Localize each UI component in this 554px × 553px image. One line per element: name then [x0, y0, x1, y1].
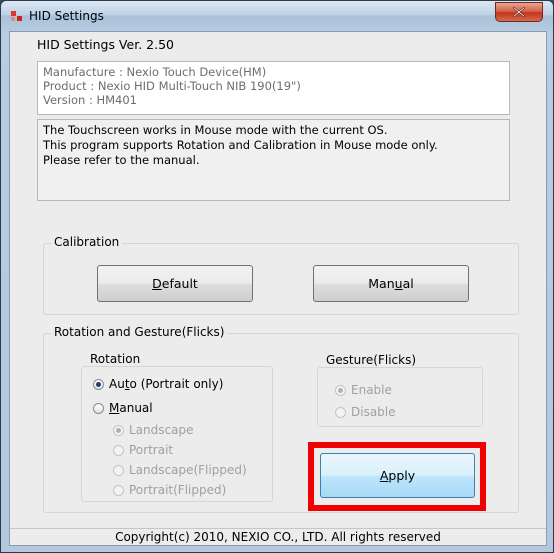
- rotation-manual-radio[interactable]: Manual: [93, 401, 153, 415]
- hid-settings-window: HID Settings HID Settings Ver. 2.50 Manu…: [0, 0, 554, 553]
- manufacture-text: Manufacture : Nexio Touch Device(HM): [43, 65, 267, 79]
- product-text: Product : Nexio HID Multi-Touch NIB 190(…: [43, 79, 301, 93]
- radio-dot: [113, 444, 124, 456]
- title-bar[interactable]: HID Settings: [1, 1, 553, 31]
- rotation-portrait-radio[interactable]: Portrait: [113, 443, 173, 457]
- footer-divider: [10, 528, 546, 529]
- device-version-text: Version : HM401: [43, 93, 137, 107]
- default-button[interactable]: Default: [97, 265, 253, 302]
- radio-dot: [113, 464, 124, 476]
- radio-dot: [335, 384, 346, 396]
- gesture-disable-radio[interactable]: Disable: [335, 405, 396, 419]
- rotation-gesture-group-label: Rotation and Gesture(Flicks): [51, 325, 228, 339]
- rotation-landscape-radio[interactable]: Landscape: [113, 423, 193, 437]
- app-icon: [11, 11, 22, 21]
- apply-highlight-box: [308, 442, 486, 511]
- copyright-footer: Copyright(c) 2010, NEXIO CO., LTD. All r…: [115, 530, 441, 544]
- close-icon: [513, 7, 525, 17]
- radio-dot: [335, 406, 346, 418]
- close-button[interactable]: [495, 2, 543, 22]
- rotation-landscape-flipped-radio[interactable]: Landscape(Flipped): [113, 463, 247, 477]
- radio-dot: [113, 424, 124, 436]
- radio-dot: [93, 402, 104, 414]
- window-title: HID Settings: [29, 9, 104, 23]
- radio-dot: [93, 378, 104, 390]
- version-label: HID Settings Ver. 2.50: [37, 37, 174, 52]
- rotation-group-label: Rotation: [87, 352, 144, 366]
- radio-dot: [113, 484, 124, 496]
- notice-line-3: Please refer to the manual.: [43, 153, 200, 167]
- notice-line-2: This program supports Rotation and Calib…: [43, 138, 438, 152]
- notice-box: The Touchscreen works in Mouse mode with…: [37, 119, 510, 201]
- gesture-group-label: Gesture(Flicks): [323, 353, 420, 367]
- gesture-enable-radio[interactable]: Enable: [335, 383, 392, 397]
- device-info-box: Manufacture : Nexio Touch Device(HM) Pro…: [37, 61, 510, 115]
- calibration-group-label: Calibration: [51, 235, 123, 249]
- notice-line-1: The Touchscreen works in Mouse mode with…: [43, 123, 388, 137]
- manual-button[interactable]: Man u al: [313, 265, 469, 302]
- rotation-portrait-flipped-radio[interactable]: Portrait(Flipped): [113, 483, 226, 497]
- rotation-auto-radio[interactable]: Au t o (Portrait only): [93, 377, 223, 391]
